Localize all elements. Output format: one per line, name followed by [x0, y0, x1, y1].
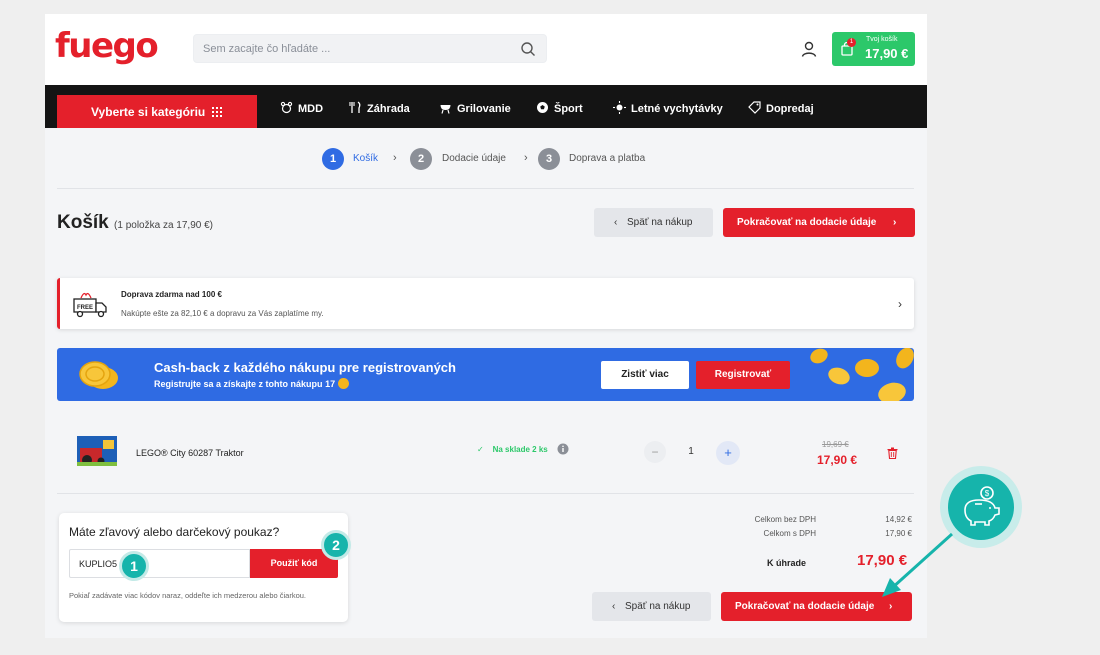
nav-item-label: Záhrada — [367, 103, 410, 115]
info-icon[interactable] — [557, 443, 569, 455]
back-to-shop-button-top[interactable]: ‹ Späť na nákup — [594, 208, 713, 237]
product-name[interactable]: LEGO® City 60287 Traktor — [136, 448, 244, 458]
nav-item-zahrada[interactable]: Záhrada — [349, 101, 410, 115]
subtotal-without-vat-label: Celkom bez DPH — [754, 515, 816, 524]
step-1-label[interactable]: Košík — [353, 153, 378, 164]
back-to-shop-label: Späť na nákup — [627, 217, 693, 228]
nav-item-label: Dopredaj — [766, 103, 814, 115]
voucher-note: Pokiaľ zadávate viac kódov naraz, oddeľt… — [69, 591, 307, 600]
quantity-input[interactable] — [679, 441, 703, 463]
quantity-increase-button[interactable]: + — [716, 441, 740, 465]
subtotal-without-vat-value: 14,92 € — [885, 515, 912, 524]
nav-item-mdd[interactable]: MDD — [280, 101, 323, 115]
back-to-shop-button-bottom[interactable]: ‹ Späť na nákup — [592, 592, 711, 621]
svg-text:$: $ — [985, 489, 990, 498]
soccer-ball-icon — [537, 102, 548, 113]
cart-count-badge: 1 — [847, 38, 856, 47]
cart-item-row: LEGO® City 60287 Traktor ✓ Na sklade 2 k… — [57, 414, 914, 494]
register-button[interactable]: Registrovať — [696, 361, 790, 389]
chevron-right-icon: › — [524, 152, 528, 164]
step-3-label: Doprava a platba — [569, 153, 646, 164]
piggy-bank-icon: $ — [964, 486, 1000, 526]
shipping-title: Doprava zdarma nad 100 € — [121, 290, 222, 299]
nav-item-label: Šport — [554, 103, 583, 115]
page-title: Košík (1 položka za 17,90 €) — [57, 212, 213, 234]
divider — [57, 188, 914, 189]
cart-total: 17,90 € — [865, 46, 909, 61]
coin-stack-icon — [79, 361, 118, 389]
search-icon[interactable] — [520, 41, 536, 57]
sun-icon — [613, 101, 626, 114]
sale-tag-icon — [748, 101, 761, 114]
cart-subtitle: (1 položka za 17,90 €) — [114, 220, 213, 231]
free-shipping-banner[interactable]: FREE Doprava zdarma nad 100 € Nakúpte eš… — [57, 278, 914, 329]
falling-coins-icon — [810, 348, 914, 401]
product-thumbnail[interactable] — [77, 434, 117, 468]
back-to-shop-label: Späť na nákup — [625, 601, 691, 612]
cart-title: Košík — [57, 212, 109, 233]
grill-icon — [440, 105, 451, 114]
current-price: 17,90 € — [817, 453, 858, 467]
annotation-marker-2: 2 — [321, 530, 351, 560]
free-label: FREE — [77, 305, 93, 311]
annotation-marker-1: 1 — [119, 551, 149, 581]
nav-item-grilovanie[interactable]: Grilovanie — [439, 101, 511, 115]
continue-label: Pokračovať na dodacie údaje — [737, 217, 877, 228]
coin-icon — [338, 378, 350, 389]
cart-button[interactable]: 1 Tvoj košík 17,90 € — [832, 32, 915, 66]
cashback-amount: 17 — [325, 379, 336, 389]
page: fuego 1 Tvoj košík 17,90 € Vyberte si ka… — [45, 14, 927, 638]
category-menu-label: Vyberte si kategóriu — [91, 105, 206, 119]
garden-tools-icon — [349, 101, 361, 113]
search-box — [193, 34, 547, 63]
user-icon[interactable] — [800, 40, 818, 58]
continue-label: Pokračovať na dodacie údaje — [735, 601, 875, 612]
category-menu-button[interactable]: Vyberte si kategóriu — [57, 95, 257, 128]
cashback-subtitle: Registrujte sa a získajte z tohto nákupu… — [154, 378, 350, 389]
logo[interactable]: fuego — [55, 26, 159, 66]
nav-item-letne-vychytavky[interactable]: Letné vychytávky — [613, 101, 723, 115]
annotation-arrow — [882, 532, 954, 597]
trash-icon[interactable] — [887, 447, 898, 459]
subtotal-with-vat-label: Celkom s DPH — [763, 529, 816, 538]
chevron-right-icon[interactable]: › — [898, 297, 902, 311]
cart-label: Tvoj košík — [866, 36, 898, 43]
chevron-right-icon: › — [893, 217, 897, 228]
checkout-steps: 1 Košík › 2 Dodacie údaje › 3 Doprava a … — [45, 148, 927, 170]
search-input[interactable] — [194, 35, 514, 62]
stock-text: Na sklade 2 ks — [492, 445, 548, 454]
step-3-number: 3 — [538, 148, 560, 170]
teddy-bear-icon — [280, 101, 293, 114]
header: fuego 1 Tvoj košík 17,90 € — [45, 14, 927, 85]
nav-item-sport[interactable]: Šport — [536, 101, 583, 115]
delivery-truck-icon: FREE — [73, 292, 107, 318]
nav-item-label: MDD — [298, 103, 324, 115]
nav-item-dopredaj[interactable]: Dopredaj — [748, 101, 814, 115]
shipping-text: Nakúpte ešte za 82,10 € a dopravu za Vás… — [121, 309, 324, 318]
cashback-subtitle-text: Registrujte sa a získajte z tohto nákupu — [154, 379, 323, 389]
nav-item-label: Grilovanie — [457, 103, 511, 115]
step-1-number: 1 — [322, 148, 344, 170]
original-price: 19,69 € — [822, 440, 849, 449]
step-2-number: 2 — [410, 148, 432, 170]
cashback-title: Cash-back z každého nákupu pre registrov… — [154, 360, 456, 375]
quantity-decrease-button[interactable]: − — [644, 441, 666, 463]
category-nav: Vyberte si kategóriu MDD Záhrada Grilova… — [45, 85, 927, 128]
step-2-label: Dodacie údaje — [442, 153, 506, 164]
divider — [57, 493, 914, 494]
stock-status: ✓ Na sklade 2 ks — [477, 445, 548, 454]
chevron-right-icon: › — [393, 152, 397, 164]
continue-button-top[interactable]: Pokračovať na dodacie údaje › — [723, 208, 915, 237]
learn-more-button[interactable]: Zistiť viac — [601, 361, 689, 389]
grid-icon — [212, 107, 222, 117]
chevron-left-icon: ‹ — [612, 601, 616, 612]
voucher-box: Máte zľavový alebo darčekový poukaz? Pou… — [59, 513, 351, 622]
chevron-left-icon: ‹ — [614, 217, 618, 228]
total-label: K úhrade — [767, 558, 807, 568]
voucher-title: Máte zľavový alebo darčekový poukaz? — [69, 525, 280, 539]
cashback-banner: Cash-back z každého nákupu pre registrov… — [57, 348, 914, 401]
nav-item-label: Letné vychytávky — [631, 103, 723, 115]
voucher-code-input[interactable] — [69, 549, 250, 578]
